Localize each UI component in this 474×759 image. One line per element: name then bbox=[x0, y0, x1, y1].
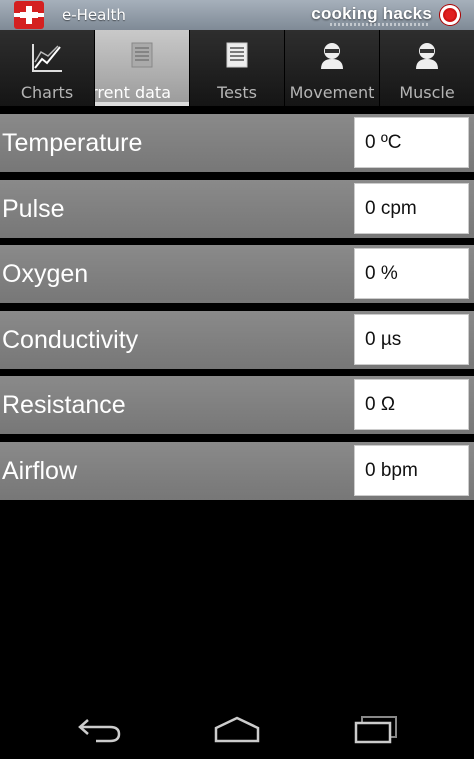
tab-current-data[interactable]: rrent data bbox=[95, 30, 190, 106]
row-label: Oxygen bbox=[2, 260, 89, 288]
tab-charts[interactable]: Charts bbox=[0, 30, 95, 106]
temperature-value-field: 0 ºC bbox=[354, 117, 469, 168]
document-icon bbox=[226, 42, 248, 68]
row-airflow: Airflow 0 bpm bbox=[0, 441, 474, 500]
row-conductivity: Conductivity 0 µs bbox=[0, 310, 474, 369]
title-bar: e-Health cooking hacks bbox=[0, 0, 474, 30]
tab-muscle[interactable]: Muscle bbox=[380, 30, 474, 106]
person-icon bbox=[416, 43, 438, 69]
row-oxygen: Oxygen 0 % bbox=[0, 245, 474, 303]
tab-movement[interactable]: Movement bbox=[285, 30, 380, 106]
home-icon[interactable] bbox=[213, 714, 261, 744]
tab-tests-label: Tests bbox=[217, 83, 257, 102]
app-logo-icon bbox=[14, 1, 44, 29]
person-icon bbox=[321, 43, 343, 69]
tab-divider bbox=[0, 106, 474, 114]
conductivity-value-field: 0 µs bbox=[354, 313, 469, 365]
tab-current-data-label: rrent data bbox=[95, 83, 171, 102]
app-title: e-Health bbox=[62, 6, 126, 24]
back-icon[interactable] bbox=[76, 714, 122, 744]
system-nav-bar bbox=[0, 700, 474, 759]
row-label: Pulse bbox=[2, 194, 65, 223]
tab-tests[interactable]: Tests bbox=[190, 30, 285, 106]
tab-charts-label: Charts bbox=[20, 83, 74, 102]
row-label: Airflow bbox=[2, 456, 78, 485]
brand-tagline bbox=[330, 23, 430, 26]
row-label: Resistance bbox=[2, 391, 126, 419]
row-pulse: Pulse 0 cpm bbox=[0, 179, 474, 238]
tab-bar: Charts rrent data Tests Movement Muscle bbox=[0, 30, 474, 106]
tab-muscle-label: Muscle bbox=[399, 83, 455, 102]
airflow-value-field: 0 bpm bbox=[354, 444, 469, 496]
brand-logo-icon bbox=[440, 5, 460, 25]
recents-icon[interactable] bbox=[352, 714, 400, 744]
resistance-value-field: 0 Ω bbox=[354, 379, 469, 430]
chart-icon bbox=[32, 44, 62, 72]
brand-logo-text: cooking hacks bbox=[311, 4, 432, 23]
pulse-value-field: 0 cpm bbox=[354, 182, 469, 234]
list-icon bbox=[131, 42, 153, 68]
row-temperature: Temperature 0 ºC bbox=[0, 114, 474, 172]
tab-movement-label: Movement bbox=[289, 83, 375, 102]
row-resistance: Resistance 0 Ω bbox=[0, 376, 474, 434]
data-list: Temperature 0 ºC Pulse 0 cpm Oxygen 0 % … bbox=[0, 114, 474, 507]
row-label: Temperature bbox=[2, 129, 143, 157]
oxygen-value-field: 0 % bbox=[354, 248, 469, 299]
row-label: Conductivity bbox=[2, 325, 139, 354]
